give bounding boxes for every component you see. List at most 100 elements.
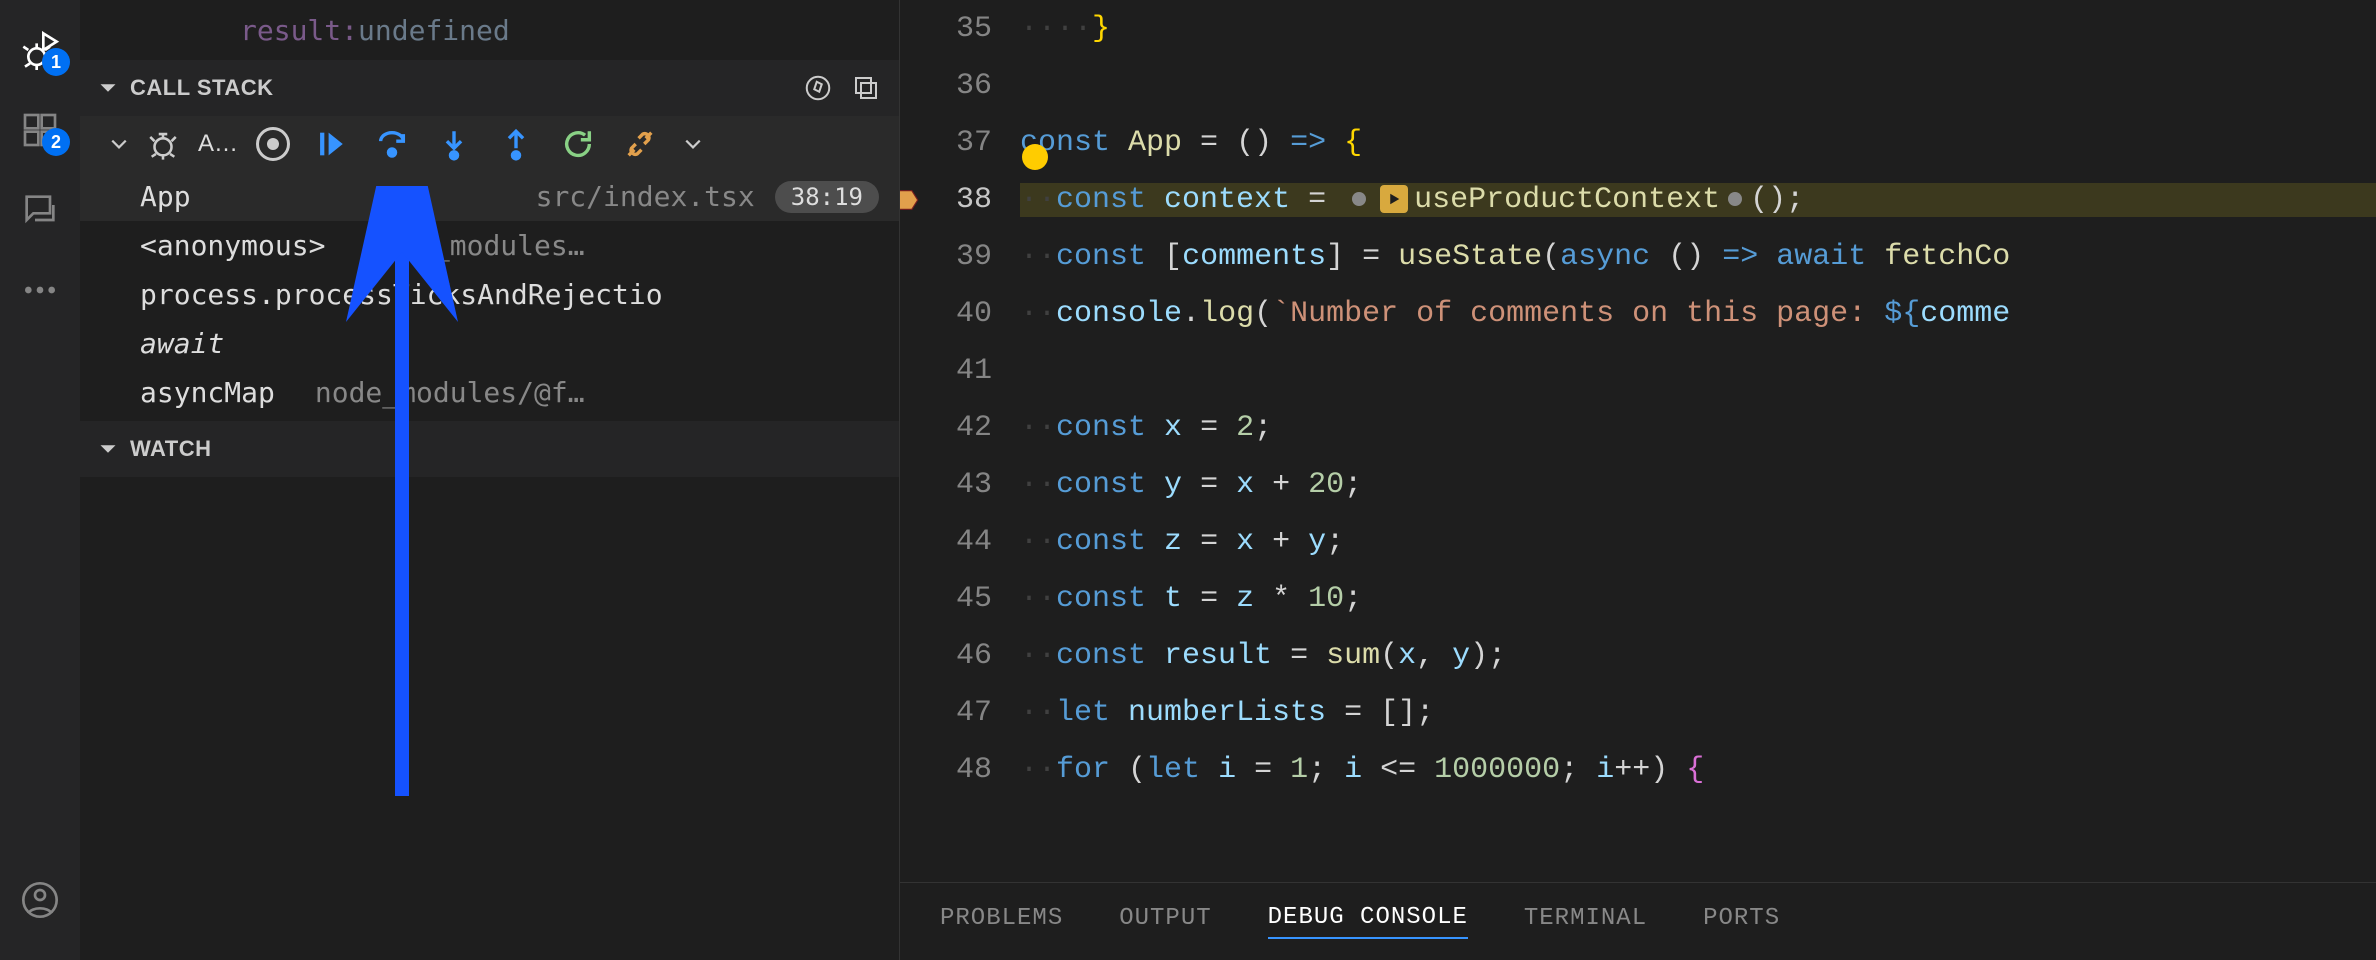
code-line[interactable]: 40··console.log(`Number of comments on t… (900, 285, 2376, 342)
stack-frame-fn: asyncMap (140, 376, 275, 409)
line-content: const App = () => { (1020, 126, 2376, 160)
line-content: ····} (1020, 12, 2376, 46)
bottom-panel-tabs: PROBLEMS OUTPUT DEBUG CONSOLE TERMINAL PORTS (900, 882, 2376, 960)
code-line[interactable]: 39··const [comments] = useState(async ()… (900, 228, 2376, 285)
code-line[interactable]: 37const App = () => { (900, 114, 2376, 171)
code-line[interactable]: 35····} (900, 0, 2376, 57)
code-line[interactable]: 44··const z = x + y; (900, 513, 2376, 570)
line-number[interactable]: 38 (900, 183, 1020, 217)
activity-extensions[interactable]: 2 (0, 90, 80, 170)
debug-badge: 1 (42, 48, 70, 76)
disconnect-button[interactable] (618, 122, 662, 166)
step-into-button[interactable] (432, 122, 476, 166)
inline-hint-dot (1352, 192, 1366, 206)
continue-button[interactable] (308, 122, 352, 166)
line-number[interactable]: 37 (900, 126, 1020, 160)
stack-frame-fn: App (140, 180, 191, 213)
line-number[interactable]: 46 (900, 639, 1020, 673)
line-number[interactable]: 43 (900, 468, 1020, 502)
code-line[interactable]: 36 (900, 57, 2376, 114)
panel-tab-debug-console[interactable]: DEBUG CONSOLE (1268, 904, 1468, 939)
panel-tab-output[interactable]: OUTPUT (1119, 905, 1211, 938)
stack-frame-fn: <anonymous> (140, 229, 325, 262)
bug-icon (146, 127, 180, 161)
ellipsis-icon (20, 270, 60, 310)
line-content: ··const [comments] = useState(async () =… (1020, 240, 2376, 274)
stack-frame-pos: 38:19 (775, 181, 879, 213)
chevron-down-icon[interactable] (684, 135, 702, 153)
panel-tab-ports[interactable]: PORTS (1703, 905, 1780, 938)
line-content: ··for (let i = 1; i <= 1000000; i++) { (1020, 753, 2376, 787)
code-line[interactable]: 41 (900, 342, 2376, 399)
collapse-all-icon[interactable] (851, 73, 881, 103)
activity-more[interactable] (0, 250, 80, 330)
step-over-button[interactable] (370, 122, 414, 166)
activity-account[interactable] (0, 860, 80, 940)
code-line[interactable]: 48··for (let i = 1; i <= 1000000; i++) { (900, 741, 2376, 798)
line-number[interactable]: 39 (900, 240, 1020, 274)
callstack-title: CALL STACK (130, 75, 274, 101)
callstack-frames: App src/index.tsx 38:19 <anonymous> node_mod… (80, 172, 899, 417)
line-number[interactable]: 41 (900, 354, 1020, 388)
activity-bar: 1 2 (0, 0, 80, 960)
activity-run-debug[interactable]: 1 (0, 10, 80, 90)
line-content: ··const t = z * 10; (1020, 582, 2376, 616)
stack-frame[interactable]: <anonymous> node_modules… (80, 221, 899, 270)
comments-icon (20, 190, 60, 230)
line-content: ··console.log(`Number of comments on thi… (1020, 297, 2376, 331)
chevron-down-icon (98, 78, 118, 98)
compass-icon[interactable] (803, 73, 833, 103)
code-line[interactable]: 47··let numberLists = []; (900, 684, 2376, 741)
extensions-badge: 2 (42, 128, 70, 156)
debug-session-label: A… (198, 130, 238, 158)
line-content: ··const y = x + 20; (1020, 468, 2376, 502)
stack-frame[interactable]: process.processTicksAndRejectio (80, 270, 899, 319)
line-number[interactable]: 45 (900, 582, 1020, 616)
inline-run-icon[interactable] (1380, 185, 1408, 213)
chevron-down-icon (98, 439, 118, 459)
code-line[interactable]: 38··const context = useProductContext(); (900, 171, 2376, 228)
callstack-header[interactable]: CALL STACK (80, 60, 899, 116)
restart-button[interactable] (556, 122, 600, 166)
line-content: ··let numberLists = []; (1020, 696, 2376, 730)
stack-frame-loc: node_modules… (365, 229, 584, 262)
line-number[interactable]: 42 (900, 411, 1020, 445)
line-number[interactable]: 36 (900, 69, 1020, 103)
code-line[interactable]: 43··const y = x + 20; (900, 456, 2376, 513)
code-line[interactable]: 42··const x = 2; (900, 399, 2376, 456)
variables-peek: result: undefined (80, 0, 899, 60)
line-number[interactable]: 35 (900, 12, 1020, 46)
stack-frame[interactable]: App src/index.tsx 38:19 (80, 172, 899, 221)
lightbulb-icon[interactable] (1022, 144, 1048, 170)
line-content: ··const x = 2; (1020, 411, 2376, 445)
debug-sidebar: result: undefined CALL STACK A… App src/i… (80, 0, 900, 960)
stack-frame-fn: process.processTicksAndRejectio (140, 278, 663, 311)
stack-frame[interactable]: await (80, 319, 899, 368)
line-number[interactable]: 40 (900, 297, 1020, 331)
code-line[interactable]: 46··const result = sum(x, y); (900, 627, 2376, 684)
line-number[interactable]: 48 (900, 753, 1020, 787)
panel-tab-terminal[interactable]: TERMINAL (1524, 905, 1647, 938)
stack-frame[interactable]: asyncMap node_modules/@f… (80, 368, 899, 417)
account-icon (20, 880, 60, 920)
debug-toolbar: A… (80, 116, 899, 172)
inline-hint-dot (1728, 192, 1742, 206)
stack-frame-loc: node_modules/@f… (315, 376, 585, 409)
record-button[interactable] (256, 127, 290, 161)
step-out-button[interactable] (494, 122, 538, 166)
line-number[interactable]: 47 (900, 696, 1020, 730)
chevron-down-icon[interactable] (110, 135, 128, 153)
stack-frame-loc: src/index.tsx (536, 180, 755, 213)
breakpoint-icon[interactable] (900, 186, 920, 214)
stack-frame-fn: await (140, 327, 224, 360)
line-number[interactable]: 44 (900, 525, 1020, 559)
line-content: ··const result = sum(x, y); (1020, 639, 2376, 673)
code-editor[interactable]: 35····}3637const App = () => {38··const … (900, 0, 2376, 960)
watch-header[interactable]: WATCH (80, 421, 899, 477)
line-content: ··const z = x + y; (1020, 525, 2376, 559)
code-line[interactable]: 45··const t = z * 10; (900, 570, 2376, 627)
watch-title: WATCH (130, 436, 212, 462)
line-content: ··const context = useProductContext(); (1020, 183, 2376, 217)
activity-comments[interactable] (0, 170, 80, 250)
panel-tab-problems[interactable]: PROBLEMS (940, 905, 1063, 938)
